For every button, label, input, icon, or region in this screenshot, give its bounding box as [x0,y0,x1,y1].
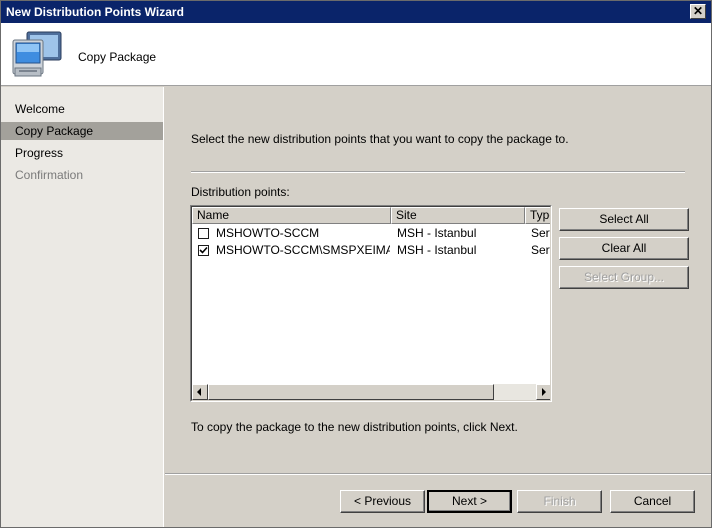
clear-all-button[interactable]: Clear All [559,237,689,260]
footer-separator [165,473,711,475]
wizard-nav: Welcome Copy Package Progress Confirmati… [1,87,164,527]
row-type: Serv [531,243,550,257]
close-button[interactable]: ✕ [690,4,706,19]
nav-item-confirmation: Confirmation [15,168,84,182]
arrow-left-icon [197,388,201,396]
distribution-points-label: Distribution points: [191,185,290,199]
column-header-name[interactable]: Name [192,207,391,224]
arrow-right-icon [542,388,546,396]
row-checkbox[interactable] [198,228,209,239]
wizard-header: Copy Package [1,23,711,86]
select-all-button[interactable]: Select All [559,208,689,231]
main-panel: Select the new distribution points that … [165,87,711,527]
scroll-right-button[interactable] [536,384,550,400]
hint-text: To copy the package to the new distribut… [191,420,518,434]
separator [191,171,685,173]
column-header-site[interactable]: Site [391,207,525,224]
row-name: MSHOWTO-SCCM [216,226,320,240]
instruction-text: Select the new distribution points that … [191,132,569,146]
row-name: MSHOWTO-SCCM\SMSPXEIMAGES$ [216,243,390,257]
row-site: MSH - Istanbul [397,243,477,257]
nav-item-progress[interactable]: Progress [1,144,163,162]
list-row[interactable]: MSHOWTO-SCCM MSH - Istanbul Serv [192,225,550,242]
next-button[interactable]: Next > [427,490,512,513]
finish-button[interactable]: Finish [517,490,602,513]
column-header-type[interactable]: Type [525,207,550,224]
page-title: Copy Package [78,50,157,64]
row-site: MSH - Istanbul [397,226,477,240]
scroll-left-button[interactable] [192,384,208,400]
row-type: Serv [531,226,550,240]
previous-button[interactable]: < Previous [340,490,425,513]
title-bar[interactable]: New Distribution Points Wizard ✕ [1,1,711,23]
row-checkbox[interactable] [198,245,209,256]
window-title: New Distribution Points Wizard [6,5,184,19]
distribution-points-list[interactable]: Name Site Type MSHOWTO-SCCM MSH - Istanb… [190,205,552,402]
horizontal-scrollbar[interactable] [192,384,550,400]
close-icon: ✕ [692,4,704,18]
nav-item-copy-package[interactable]: Copy Package [1,122,163,140]
computer-monitor-icon [11,30,63,80]
wizard-window: New Distribution Points Wizard ✕ Copy Pa… [0,0,712,528]
list-body: Name Site Type MSHOWTO-SCCM MSH - Istanb… [191,206,551,401]
cancel-button[interactable]: Cancel [610,490,695,513]
scrollbar-thumb[interactable] [208,384,494,400]
checkmark-icon [199,246,208,254]
list-row[interactable]: MSHOWTO-SCCM\SMSPXEIMAGES$ MSH - Istanbu… [192,242,550,259]
select-group-button[interactable]: Select Group... [559,266,689,289]
nav-item-welcome[interactable]: Welcome [1,100,163,118]
